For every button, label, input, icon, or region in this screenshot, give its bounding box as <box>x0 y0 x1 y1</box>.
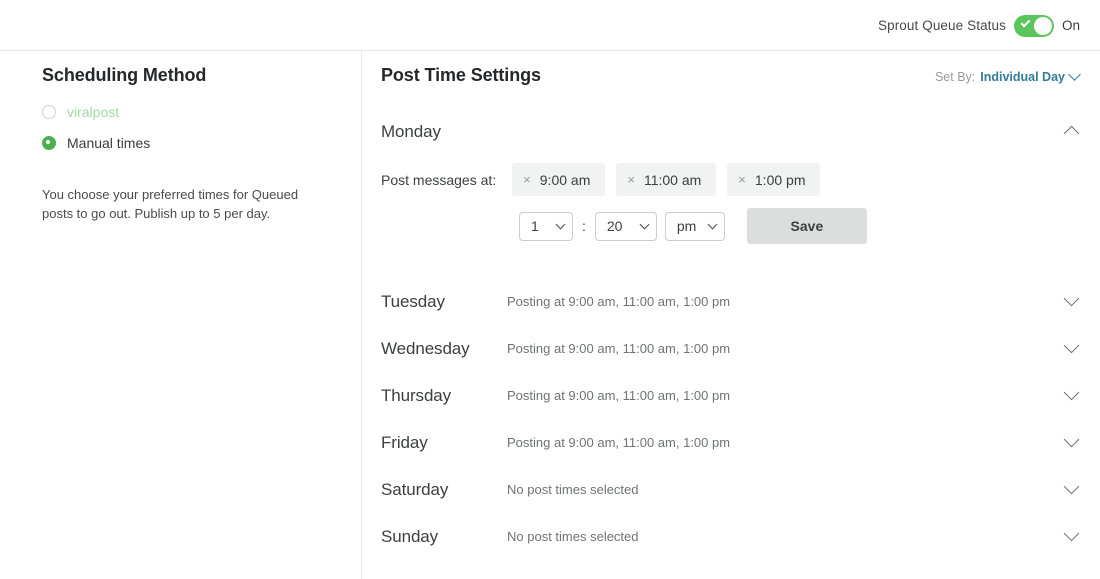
section-title: Post Time Settings <box>381 65 541 85</box>
meridiem-value: pm <box>676 218 697 234</box>
chevron-down-icon[interactable] <box>1063 384 1080 401</box>
day-label: Friday <box>381 432 428 452</box>
post-time-settings-panel: Post Time Settings Set By: Individual Da… <box>362 51 1100 579</box>
radio-label-viralpost: viralpost <box>67 104 120 120</box>
day-summary: Posting at 9:00 am, 11:00 am, 1:00 pm <box>507 294 731 309</box>
time-picker-row: 1 : 20 pm Save <box>519 208 1080 244</box>
set-by-group: Set By: Individual Day <box>934 67 1081 84</box>
chevron-down-icon[interactable] <box>1063 478 1080 495</box>
close-icon[interactable]: × <box>523 173 531 186</box>
day-row-friday[interactable]: Friday Posting at 9:00 am, 11:00 am, 1:0… <box>381 419 1080 466</box>
check-icon <box>1020 17 1031 27</box>
radio-icon-viralpost[interactable] <box>42 105 56 119</box>
post-times-row: Post messages at: × 9:00 am × 11:00 am ×… <box>381 163 1080 196</box>
day-summary: No post times selected <box>507 529 639 544</box>
day-label: Wednesday <box>381 338 470 358</box>
toggle-knob <box>1033 16 1052 35</box>
time-chip-label: 9:00 am <box>539 171 591 188</box>
top-bar: Sprout Queue Status On <box>0 0 1100 51</box>
day-label: Tuesday <box>381 291 445 311</box>
time-chip[interactable]: × 11:00 am <box>616 163 717 196</box>
chevron-down-icon <box>707 219 718 229</box>
minute-value: 20 <box>606 218 623 234</box>
chevron-down-icon <box>555 219 566 229</box>
day-summary: Posting at 9:00 am, 11:00 am, 1:00 pm <box>507 341 731 356</box>
save-button[interactable]: Save <box>746 208 867 244</box>
meridiem-select[interactable]: pm <box>664 211 725 241</box>
chevron-down-icon <box>639 219 650 229</box>
day-summary: Posting at 9:00 am, 11:00 am, 1:00 pm <box>507 388 731 403</box>
day-label: Saturday <box>381 479 449 499</box>
scheduling-help-text: You choose your preferred times for Queu… <box>42 187 299 221</box>
hour-select[interactable]: 1 <box>519 211 573 241</box>
toggle-state-label: On <box>1061 18 1080 33</box>
day-summary: Posting at 9:00 am, 11:00 am, 1:00 pm <box>507 435 731 450</box>
time-chip[interactable]: × 1:00 pm <box>727 163 821 196</box>
queue-status-toggle[interactable] <box>1013 14 1054 37</box>
day-row-tuesday[interactable]: Tuesday Posting at 9:00 am, 11:00 am, 1:… <box>381 278 1080 325</box>
close-icon[interactable]: × <box>738 173 746 186</box>
close-icon[interactable]: × <box>627 173 635 186</box>
hour-value: 1 <box>531 218 539 234</box>
minute-select[interactable]: 20 <box>594 211 657 241</box>
time-chip[interactable]: × 9:00 am <box>512 163 606 196</box>
set-by-value-label: Individual Day <box>980 70 1065 84</box>
chevron-up-icon[interactable] <box>1063 125 1080 141</box>
chevron-down-icon[interactable] <box>1063 431 1080 448</box>
time-separator: : <box>582 218 586 234</box>
chevron-down-icon[interactable] <box>1063 290 1080 307</box>
day-row-thursday[interactable]: Thursday Posting at 9:00 am, 11:00 am, 1… <box>381 372 1080 419</box>
chevron-down-icon <box>1068 67 1081 81</box>
day-label-monday: Monday <box>381 122 441 141</box>
day-header-monday[interactable]: Monday <box>381 122 1080 142</box>
content-area: Scheduling Method viralpost Manual times… <box>0 51 1100 579</box>
scheduling-settings-page: Sprout Queue Status On Scheduling Method… <box>0 0 1100 579</box>
day-summary: No post times selected <box>507 482 639 497</box>
post-messages-at-label: Post messages at: <box>381 171 497 188</box>
set-by-dropdown[interactable]: Individual Day <box>980 67 1081 84</box>
page-title: Scheduling Method <box>42 65 207 85</box>
queue-status-group: Sprout Queue Status On <box>878 0 1080 51</box>
day-row-wednesday[interactable]: Wednesday Posting at 9:00 am, 11:00 am, … <box>381 325 1080 372</box>
day-list: Tuesday Posting at 9:00 am, 11:00 am, 1:… <box>381 278 1080 560</box>
set-by-label: Set By: <box>934 70 976 84</box>
radio-option-manual-times[interactable]: Manual times <box>42 130 331 156</box>
radio-option-viralpost[interactable]: viralpost <box>42 99 331 125</box>
day-row-saturday[interactable]: Saturday No post times selected <box>381 466 1080 513</box>
chevron-down-icon[interactable] <box>1063 525 1080 542</box>
queue-status-label: Sprout Queue Status <box>878 18 1006 33</box>
post-time-settings-header: Post Time Settings Set By: Individual Da… <box>381 65 1081 86</box>
day-label: Thursday <box>381 385 452 405</box>
time-chip-label: 11:00 am <box>643 171 702 188</box>
day-row-sunday[interactable]: Sunday No post times selected <box>381 513 1080 560</box>
radio-icon-manual-times[interactable] <box>42 136 56 150</box>
chevron-down-icon[interactable] <box>1063 337 1080 354</box>
radio-label-manual-times: Manual times <box>67 135 151 151</box>
day-label: Sunday <box>381 526 439 546</box>
scheduling-method-panel: Scheduling Method viralpost Manual times… <box>0 51 362 579</box>
time-chip-label: 1:00 pm <box>754 171 806 188</box>
